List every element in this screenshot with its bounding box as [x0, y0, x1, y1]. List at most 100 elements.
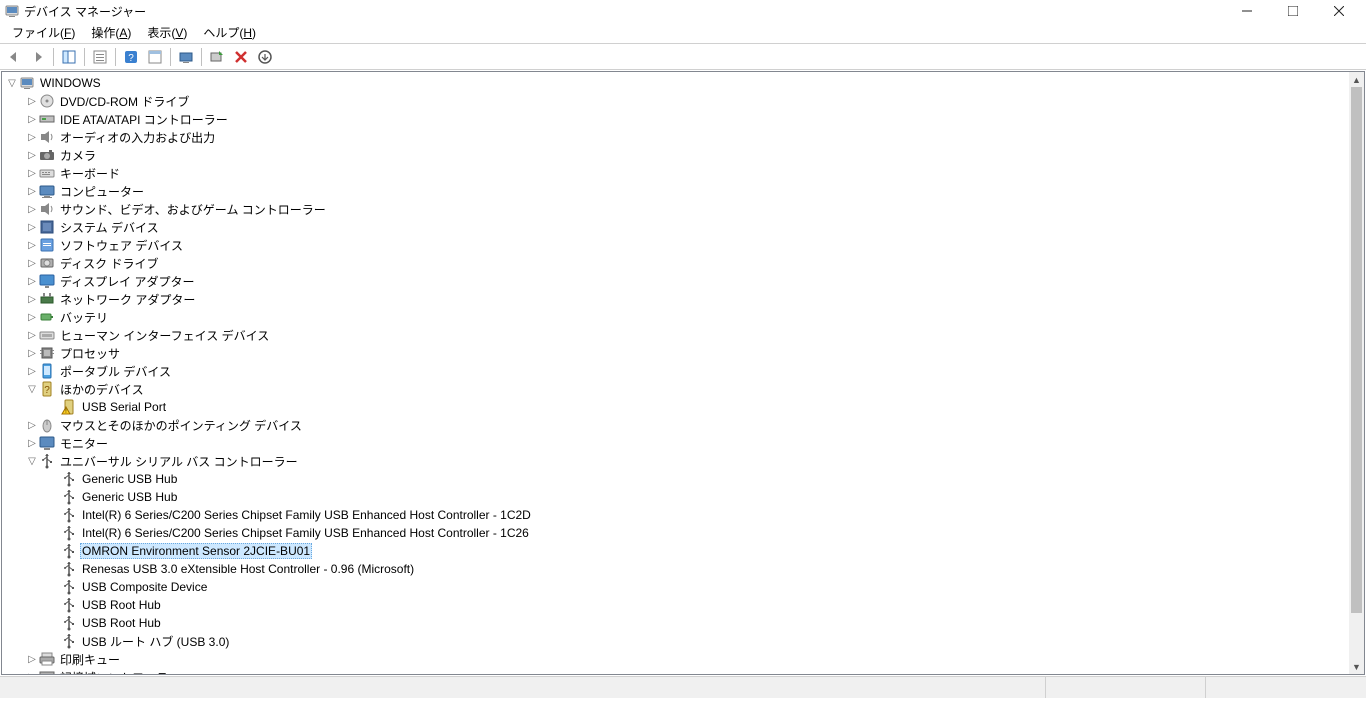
category-label[interactable]: バッテリ [58, 309, 110, 326]
expand-icon[interactable]: ▷ [26, 204, 38, 215]
menu-view[interactable]: 表示(V) [139, 22, 195, 43]
category-label[interactable]: ディスク ドライブ [58, 255, 161, 272]
scan-hardware-button[interactable] [175, 46, 197, 68]
expand-icon[interactable]: ▷ [26, 420, 38, 431]
expand-icon[interactable]: ▷ [26, 240, 38, 251]
tree-category[interactable]: ▷ コンピューター [2, 182, 1349, 200]
back-button[interactable] [3, 46, 25, 68]
menu-action[interactable]: 操作(A) [83, 22, 139, 43]
expand-icon[interactable]: ▷ [26, 312, 38, 323]
expand-icon[interactable]: ▷ [26, 348, 38, 359]
device-label[interactable]: USB Root Hub [80, 598, 163, 612]
tree-category[interactable]: ▷ 記憶域コントローラー [2, 668, 1349, 674]
tree-device[interactable]: USB ルート ハブ (USB 3.0) [2, 632, 1349, 650]
maximize-button[interactable] [1270, 0, 1316, 22]
menu-file[interactable]: ファイル(F) [4, 22, 83, 43]
tree-category[interactable]: ▷ ソフトウェア デバイス [2, 236, 1349, 254]
tree-device[interactable]: USB Root Hub [2, 596, 1349, 614]
tree-device[interactable]: USB Root Hub [2, 614, 1349, 632]
category-label[interactable]: オーディオの入力および出力 [58, 129, 217, 146]
device-tree[interactable]: ▽WINDOWS▷DVD/CD-ROM ドライブ▷IDE ATA/ATAPI コ… [2, 72, 1349, 674]
tree-category[interactable]: ▷ バッテリ [2, 308, 1349, 326]
device-label[interactable]: USB Composite Device [80, 580, 209, 594]
tree-device[interactable]: USB Composite Device [2, 578, 1349, 596]
tree-category[interactable]: ▷ ネットワーク アダプター [2, 290, 1349, 308]
category-label[interactable]: ほかのデバイス [58, 381, 146, 398]
category-label[interactable]: キーボード [58, 165, 122, 182]
enable-device-button[interactable] [206, 46, 228, 68]
tree-category[interactable]: ▷ カメラ [2, 146, 1349, 164]
disable-device-button[interactable] [230, 46, 252, 68]
category-label[interactable]: 印刷キュー [58, 651, 122, 668]
vertical-scrollbar[interactable]: ▲ ▼ [1349, 72, 1364, 674]
category-label[interactable]: モニター [58, 435, 110, 452]
view-devices-button[interactable] [144, 46, 166, 68]
expand-icon[interactable]: ▷ [26, 96, 38, 107]
tree-category[interactable]: ▷システム デバイス [2, 218, 1349, 236]
tree-device[interactable]: Generic USB Hub [2, 488, 1349, 506]
tree-category[interactable]: ▷ プロセッサ [2, 344, 1349, 362]
tree-device[interactable]: Intel(R) 6 Series/C200 Series Chipset Fa… [2, 506, 1349, 524]
expand-icon[interactable]: ▷ [26, 114, 38, 125]
expand-icon[interactable]: ▷ [26, 276, 38, 287]
menu-help[interactable]: ヘルプ(H) [195, 22, 264, 43]
category-label[interactable]: IDE ATA/ATAPI コントローラー [58, 111, 230, 128]
category-label[interactable]: マウスとそのほかのポインティング デバイス [58, 417, 304, 434]
tree-device[interactable]: USB Serial Port [2, 398, 1349, 416]
category-label[interactable]: ヒューマン インターフェイス デバイス [58, 327, 271, 344]
expand-icon[interactable]: ▷ [26, 294, 38, 305]
category-label[interactable]: コンピューター [58, 183, 146, 200]
expand-icon[interactable]: ▷ [26, 186, 38, 197]
tree-category[interactable]: ▷ ポータブル デバイス [2, 362, 1349, 380]
tree-category[interactable]: ▷ ディスク ドライブ [2, 254, 1349, 272]
expand-icon[interactable]: ▷ [26, 150, 38, 161]
tree-category[interactable]: ▷ マウスとそのほかのポインティング デバイス [2, 416, 1349, 434]
device-label[interactable]: Intel(R) 6 Series/C200 Series Chipset Fa… [80, 526, 531, 540]
tree-device[interactable]: Intel(R) 6 Series/C200 Series Chipset Fa… [2, 524, 1349, 542]
device-label[interactable]: USB Serial Port [80, 400, 168, 414]
category-label[interactable]: ポータブル デバイス [58, 363, 173, 380]
tree-device[interactable]: Generic USB Hub [2, 470, 1349, 488]
device-label[interactable]: Intel(R) 6 Series/C200 Series Chipset Fa… [80, 508, 533, 522]
expand-icon[interactable]: ▷ [26, 258, 38, 269]
expand-icon[interactable]: ▷ [26, 438, 38, 449]
device-label[interactable]: Generic USB Hub [80, 490, 179, 504]
forward-button[interactable] [27, 46, 49, 68]
category-label[interactable]: ソフトウェア デバイス [58, 237, 185, 254]
expand-icon[interactable]: ▷ [26, 672, 38, 675]
expand-icon[interactable]: ▷ [26, 366, 38, 377]
collapse-icon[interactable]: ▽ [26, 384, 38, 395]
minimize-button[interactable] [1224, 0, 1270, 22]
device-label[interactable]: Renesas USB 3.0 eXtensible Host Controll… [80, 562, 416, 576]
tree-category[interactable]: ▽ユニバーサル シリアル バス コントローラー [2, 452, 1349, 470]
category-label[interactable]: ユニバーサル シリアル バス コントローラー [58, 453, 300, 470]
tree-category[interactable]: ▷ DVD/CD-ROM ドライブ [2, 92, 1349, 110]
expand-icon[interactable]: ▷ [26, 654, 38, 665]
expand-icon[interactable]: ▷ [26, 168, 38, 179]
category-label[interactable]: プロセッサ [58, 345, 122, 362]
tree-category[interactable]: ▽ ほかのデバイス [2, 380, 1349, 398]
category-label[interactable]: システム デバイス [58, 219, 161, 236]
properties-button[interactable] [89, 46, 111, 68]
device-label[interactable]: USB ルート ハブ (USB 3.0) [80, 633, 231, 650]
show-hide-console-button[interactable] [58, 46, 80, 68]
scroll-down-button[interactable]: ▼ [1349, 659, 1364, 674]
root-label[interactable]: WINDOWS [38, 76, 103, 90]
category-label[interactable]: DVD/CD-ROM ドライブ [58, 93, 191, 110]
tree-category[interactable]: ▷ ヒューマン インターフェイス デバイス [2, 326, 1349, 344]
category-label[interactable]: 記憶域コントローラー [58, 669, 182, 675]
tree-category[interactable]: ▷ キーボード [2, 164, 1349, 182]
category-label[interactable]: ネットワーク アダプター [58, 291, 197, 308]
tree-category[interactable]: ▷オーディオの入力および出力 [2, 128, 1349, 146]
scroll-up-button[interactable]: ▲ [1349, 72, 1364, 87]
scroll-thumb[interactable] [1351, 87, 1362, 613]
category-label[interactable]: サウンド、ビデオ、およびゲーム コントローラー [58, 201, 328, 218]
tree-device[interactable]: Renesas USB 3.0 eXtensible Host Controll… [2, 560, 1349, 578]
expand-icon[interactable]: ▷ [26, 330, 38, 341]
close-button[interactable] [1316, 0, 1362, 22]
tree-category[interactable]: ▷ディスプレイ アダプター [2, 272, 1349, 290]
help-button[interactable]: ? [120, 46, 142, 68]
device-label[interactable]: Generic USB Hub [80, 472, 179, 486]
category-label[interactable]: カメラ [58, 147, 98, 164]
tree-category[interactable]: ▷ 印刷キュー [2, 650, 1349, 668]
